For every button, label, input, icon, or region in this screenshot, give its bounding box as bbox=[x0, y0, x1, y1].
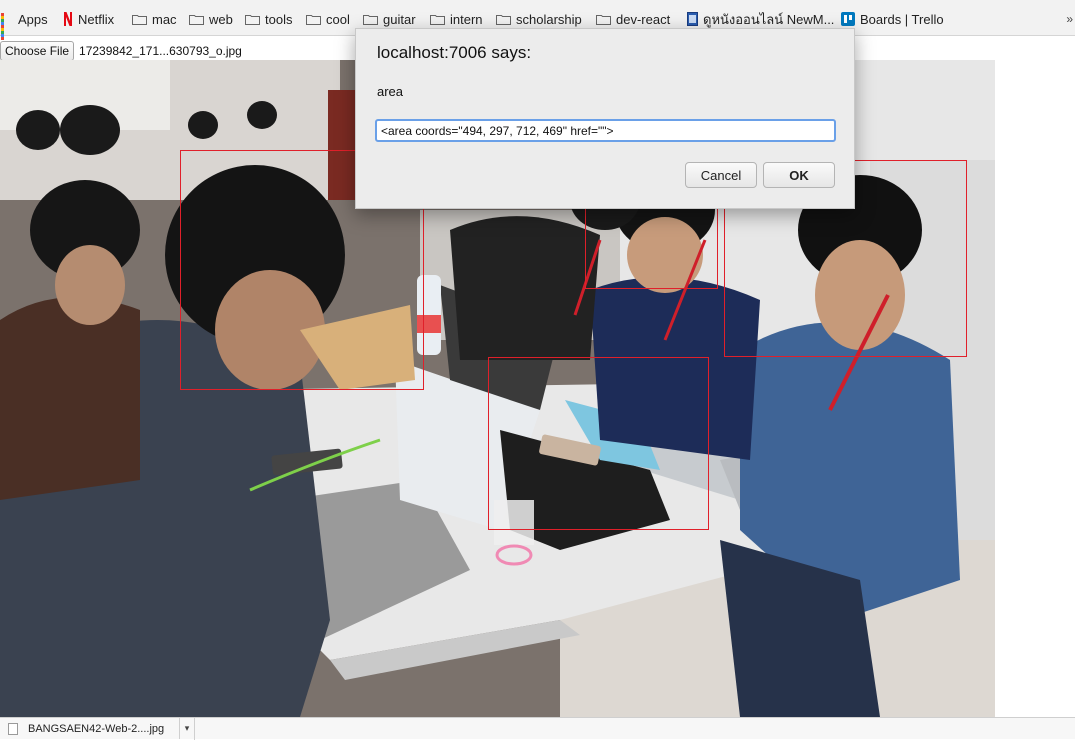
bookmarks-overflow-icon[interactable]: » bbox=[1066, 12, 1073, 26]
bookmark-label: scholarship bbox=[516, 11, 582, 27]
choose-file-button[interactable]: Choose File bbox=[0, 41, 75, 61]
bookmark-label: web bbox=[209, 11, 233, 27]
bookmark-newmovie[interactable]: ดูหนังออนไลน์ NewM... bbox=[687, 10, 834, 28]
folder-icon bbox=[596, 14, 611, 25]
bookmark-label: ดูหนังออนไลน์ NewM... bbox=[703, 11, 835, 27]
apps-icon bbox=[1, 13, 13, 40]
ok-button[interactable]: OK bbox=[763, 162, 835, 188]
bookmark-netflix[interactable]: Netflix bbox=[63, 10, 114, 28]
bookmark-folder-guitar[interactable]: guitar bbox=[363, 10, 416, 28]
download-shelf: BANGSAEN42-Web-2....jpg ▾ bbox=[0, 717, 1075, 740]
dialog-input[interactable] bbox=[375, 119, 836, 142]
bookmark-label: dev-react bbox=[616, 11, 671, 27]
bookmark-label: guitar bbox=[383, 11, 416, 27]
bookmark-folder-tools[interactable]: tools bbox=[245, 10, 292, 28]
bookmark-label: tools bbox=[265, 11, 293, 27]
bookmark-apps[interactable]: Apps bbox=[1, 10, 48, 40]
file-icon bbox=[8, 723, 18, 735]
map-area-outline[interactable] bbox=[585, 207, 718, 289]
folder-icon bbox=[189, 14, 204, 25]
film-icon bbox=[687, 12, 698, 26]
bookmark-folder-cool[interactable]: cool bbox=[306, 10, 350, 28]
bookmark-label: cool bbox=[326, 11, 350, 27]
file-name: 17239842_171...630793_o.jpg bbox=[79, 44, 242, 58]
bookmark-folder-dev-react[interactable]: dev-react bbox=[596, 10, 670, 28]
trello-icon bbox=[841, 12, 855, 26]
download-menu-icon[interactable]: ▾ bbox=[179, 718, 194, 739]
bookmark-label: Apps bbox=[18, 11, 48, 27]
cancel-button[interactable]: Cancel bbox=[685, 162, 757, 188]
netflix-icon bbox=[63, 12, 73, 26]
map-area-outline[interactable] bbox=[488, 357, 709, 530]
download-item[interactable]: BANGSAEN42-Web-2....jpg ▾ bbox=[0, 718, 195, 740]
prompt-dialog: localhost:7006 says: area Cancel OK bbox=[355, 28, 855, 209]
bookmark-label: Boards | Trello bbox=[860, 11, 944, 27]
folder-icon bbox=[430, 14, 445, 25]
file-input: Choose File 17239842_171...630793_o.jpg bbox=[0, 41, 242, 61]
bookmark-label: intern bbox=[450, 11, 483, 27]
folder-icon bbox=[496, 14, 511, 25]
dialog-message: area bbox=[377, 84, 404, 99]
download-file-name: BANGSAEN42-Web-2....jpg bbox=[28, 723, 165, 735]
bookmark-folder-mac[interactable]: mac bbox=[132, 10, 177, 28]
folder-icon bbox=[363, 14, 378, 25]
folder-icon bbox=[245, 14, 260, 25]
bookmark-folder-intern[interactable]: intern bbox=[430, 10, 483, 28]
folder-icon bbox=[306, 14, 321, 25]
bookmark-label: Netflix bbox=[78, 11, 115, 27]
bookmark-trello[interactable]: Boards | Trello bbox=[841, 10, 944, 28]
dialog-title: localhost:7006 says: bbox=[377, 43, 532, 62]
bookmark-label: mac bbox=[152, 11, 177, 27]
folder-icon bbox=[132, 14, 147, 25]
bookmark-folder-web[interactable]: web bbox=[189, 10, 233, 28]
bookmark-folder-scholarship[interactable]: scholarship bbox=[496, 10, 582, 28]
